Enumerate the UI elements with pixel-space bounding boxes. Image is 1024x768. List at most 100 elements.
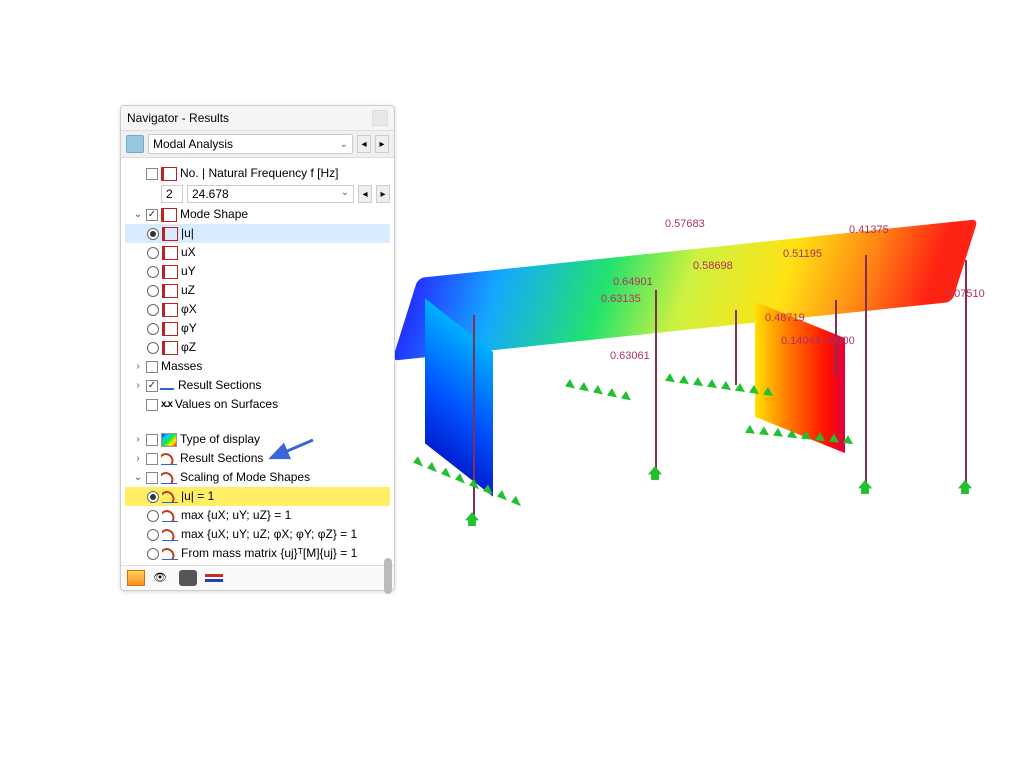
radio[interactable] bbox=[147, 285, 159, 297]
radio[interactable] bbox=[147, 266, 159, 278]
tree-item-values-on-surfaces[interactable]: x.x Values on Surfaces bbox=[125, 395, 390, 414]
tree-item-type-of-display[interactable]: › Type of display bbox=[125, 430, 390, 449]
mode-shape-option-uy[interactable]: uY bbox=[125, 262, 390, 281]
checkbox[interactable] bbox=[146, 209, 158, 221]
camera-icon[interactable] bbox=[179, 570, 197, 586]
flag-icon[interactable] bbox=[205, 574, 223, 582]
tree-item-natural-frequency[interactable]: No. | Natural Frequency f [Hz] bbox=[125, 164, 390, 183]
value-icon bbox=[162, 303, 178, 317]
option-label: φX bbox=[181, 301, 197, 318]
caret-icon[interactable]: › bbox=[133, 431, 143, 448]
panel-titlebar[interactable]: Navigator - Results bbox=[121, 106, 394, 131]
tree-item-mode-shape[interactable]: ⌄ Mode Shape bbox=[125, 205, 390, 224]
support-row bbox=[565, 378, 631, 404]
eye-icon[interactable] bbox=[153, 570, 171, 586]
tree-label: Result Sections bbox=[180, 450, 263, 467]
tree-label: Values on Surfaces bbox=[175, 396, 278, 413]
checkbox[interactable] bbox=[146, 399, 158, 411]
node-value: 0.48719 bbox=[765, 312, 805, 324]
node-value: 0.51195 bbox=[783, 248, 822, 260]
tree-item-scaling-mode-shapes[interactable]: ⌄ Scaling of Mode Shapes bbox=[125, 468, 390, 487]
radio[interactable] bbox=[147, 247, 159, 259]
mode-number-field[interactable]: 2 bbox=[161, 185, 183, 203]
panel-toolbar: Modal Analysis ⌄ ◂ ▸ bbox=[121, 131, 394, 158]
mode-shape-option-u[interactable]: |u| bbox=[125, 224, 390, 243]
option-label: |u| bbox=[181, 225, 194, 242]
radio[interactable] bbox=[147, 342, 159, 354]
values-icon: x.x bbox=[161, 396, 172, 413]
option-label: uY bbox=[181, 263, 196, 280]
mode-shape-option-ux[interactable]: uX bbox=[125, 243, 390, 262]
node-value: 0.63135 bbox=[601, 293, 641, 305]
frequency-value: 24.678 bbox=[192, 187, 229, 201]
panel-bottombar bbox=[121, 565, 394, 590]
next-mode-button[interactable]: ▸ bbox=[376, 185, 390, 203]
checkbox[interactable] bbox=[146, 361, 158, 373]
tree-item-result-sections[interactable]: › Result Sections bbox=[125, 376, 390, 395]
mode-shape-option-uz[interactable]: uZ bbox=[125, 281, 390, 300]
scaling-option-u1[interactable]: |u| = 1 bbox=[125, 487, 390, 506]
tree-label: Mode Shape bbox=[180, 206, 248, 223]
radio[interactable] bbox=[147, 228, 159, 240]
tree-item-display-result-sections[interactable]: › Result Sections bbox=[125, 449, 390, 468]
analysis-dropdown[interactable]: Modal Analysis ⌄ bbox=[148, 134, 353, 154]
checkbox[interactable] bbox=[146, 472, 158, 484]
radio[interactable] bbox=[147, 510, 159, 522]
tree-item-masses[interactable]: › Masses bbox=[125, 357, 390, 376]
next-button[interactable]: ▸ bbox=[375, 135, 389, 153]
option-label: φZ bbox=[181, 339, 196, 356]
deck-surface bbox=[392, 219, 978, 361]
radio[interactable] bbox=[147, 491, 159, 503]
caret-icon[interactable]: › bbox=[133, 358, 143, 375]
navigator-results-panel: Navigator - Results Modal Analysis ⌄ ◂ ▸… bbox=[120, 105, 395, 591]
mode-shape-option-phix[interactable]: φX bbox=[125, 300, 390, 319]
value-icon bbox=[162, 341, 178, 355]
scaling-option-maxuphi[interactable]: max {uX; uY; uZ; φX; φY; φZ} = 1 bbox=[125, 525, 390, 544]
caret-icon[interactable]: ⌄ bbox=[133, 206, 143, 223]
wave-icon bbox=[161, 472, 177, 484]
results-tree: No. | Natural Frequency f [Hz] 2 24.678 … bbox=[121, 158, 394, 565]
checkbox[interactable] bbox=[146, 434, 158, 446]
wave-icon bbox=[162, 548, 178, 560]
caret-icon[interactable]: › bbox=[133, 377, 143, 394]
scaling-option-maxu[interactable]: max {uX; uY; uZ} = 1 bbox=[125, 506, 390, 525]
checkbox[interactable] bbox=[146, 453, 158, 465]
wave-icon bbox=[162, 491, 178, 503]
scaling-option-mass-matrix[interactable]: From mass matrix {uj}ᵀ[M]{uj} = 1 bbox=[125, 544, 390, 563]
radio[interactable] bbox=[147, 529, 159, 541]
support-icon bbox=[858, 480, 872, 494]
radio[interactable] bbox=[147, 304, 159, 316]
radio[interactable] bbox=[147, 323, 159, 335]
option-label: max {uX; uY; uZ; φX; φY; φZ} = 1 bbox=[181, 526, 357, 543]
frequency-field[interactable]: 24.678 ⌄ bbox=[187, 185, 354, 203]
support-icon bbox=[465, 512, 479, 526]
mode-shape-option-phiz[interactable]: φZ bbox=[125, 338, 390, 357]
option-label: φY bbox=[181, 320, 197, 337]
caret-icon[interactable]: › bbox=[133, 450, 143, 467]
radio[interactable] bbox=[147, 548, 159, 560]
mode-shape-option-phiy[interactable]: φY bbox=[125, 319, 390, 338]
caret-icon[interactable]: ⌄ bbox=[133, 469, 143, 486]
view-new-icon[interactable] bbox=[127, 570, 145, 586]
column bbox=[865, 255, 867, 485]
node-value: 0.41375 bbox=[849, 224, 889, 236]
wave-icon bbox=[161, 453, 177, 465]
gradient-icon bbox=[161, 433, 177, 447]
tree-label: Scaling of Mode Shapes bbox=[180, 469, 310, 486]
tree-label: Type of display bbox=[180, 431, 260, 448]
option-label: max {uX; uY; uZ} = 1 bbox=[181, 507, 291, 524]
wave-icon bbox=[162, 510, 178, 522]
prev-mode-button[interactable]: ◂ bbox=[358, 185, 372, 203]
close-icon[interactable] bbox=[372, 110, 388, 126]
value-icon bbox=[162, 284, 178, 298]
chevron-down-icon: ⌄ bbox=[341, 187, 349, 201]
node-value: 0.14041 bbox=[781, 335, 821, 347]
analysis-icon bbox=[126, 135, 144, 153]
checkbox[interactable] bbox=[146, 380, 158, 392]
scrollbar-thumb[interactable] bbox=[384, 558, 392, 594]
annotation-arrow-icon bbox=[265, 438, 315, 462]
node-value: 0.64901 bbox=[613, 276, 653, 288]
checkbox[interactable] bbox=[146, 168, 158, 180]
model-viewport[interactable]: 0.57683 0.41375 0.51195 0.58698 0.64901 … bbox=[365, 160, 1005, 540]
prev-button[interactable]: ◂ bbox=[357, 135, 371, 153]
